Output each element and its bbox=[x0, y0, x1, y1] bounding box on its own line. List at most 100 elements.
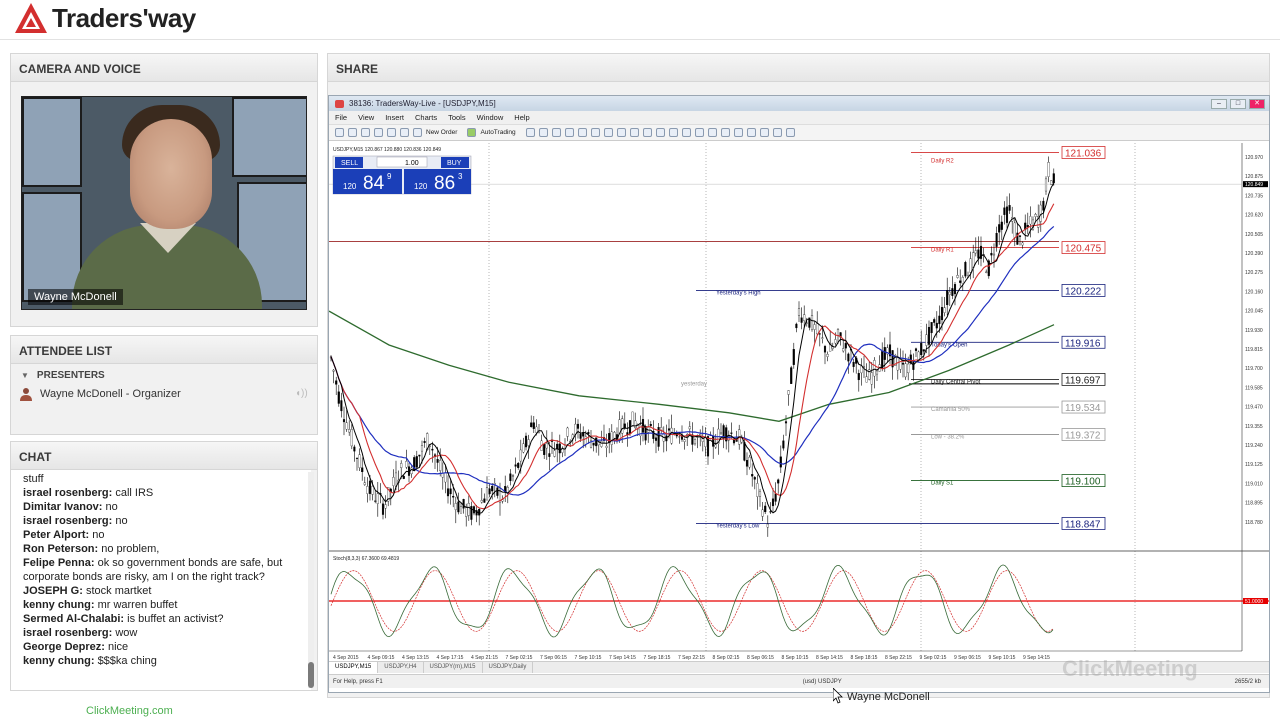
candle-body bbox=[813, 324, 816, 330]
candle-body bbox=[1050, 180, 1053, 185]
templates-icon[interactable] bbox=[655, 128, 665, 137]
maximize-button[interactable]: □ bbox=[1230, 98, 1246, 109]
zoom-out-icon[interactable] bbox=[577, 128, 587, 137]
close-button[interactable]: ✕ bbox=[1249, 98, 1265, 109]
data-window-icon[interactable] bbox=[374, 128, 383, 137]
chat-message: kenny chung: $$$ka ching bbox=[23, 654, 299, 668]
chat-scrollbar-thumb[interactable] bbox=[308, 662, 314, 688]
candle-body bbox=[795, 323, 798, 329]
candle-body bbox=[951, 288, 954, 296]
profiles-icon[interactable] bbox=[348, 128, 357, 137]
candle-body bbox=[860, 365, 863, 374]
bar-chart-icon[interactable] bbox=[525, 128, 535, 137]
mt4-menu-tools[interactable]: Tools bbox=[448, 113, 466, 122]
pivot-price-label: 119.534 bbox=[1065, 403, 1101, 414]
collapse-triangle-icon[interactable]: ▼ bbox=[21, 371, 29, 380]
candle-body bbox=[683, 439, 686, 442]
arrows-icon[interactable] bbox=[785, 128, 795, 137]
chart-tab[interactable]: USDJPY,M15 bbox=[329, 662, 379, 673]
chat-message-text: call IRS bbox=[115, 487, 154, 499]
price-axis-label: 120.275 bbox=[1245, 270, 1263, 276]
clickmeeting-link[interactable]: ClickMeeting.com bbox=[86, 705, 173, 717]
candle-body bbox=[907, 363, 910, 374]
chart-tab[interactable]: USDJPY,H4 bbox=[378, 662, 424, 673]
indicators-icon[interactable] bbox=[629, 128, 639, 137]
market-watch-icon[interactable] bbox=[361, 128, 370, 137]
microphone-icon[interactable]: ◖)) bbox=[295, 388, 309, 400]
new-chart-icon[interactable] bbox=[335, 128, 344, 137]
candle-body bbox=[621, 418, 624, 434]
chat-message-author: Peter Alport: bbox=[23, 529, 93, 541]
crosshair-icon[interactable] bbox=[681, 128, 691, 137]
zoom-in-icon[interactable] bbox=[564, 128, 574, 137]
new-order-button[interactable]: New Order bbox=[426, 129, 457, 136]
chat-log[interactable]: stuff israel rosenberg: call IRS Dimitar I… bbox=[11, 470, 311, 690]
autotrading-icon[interactable] bbox=[467, 128, 477, 137]
navigator-icon[interactable] bbox=[387, 128, 396, 137]
autoscroll-icon[interactable] bbox=[603, 128, 613, 137]
background-monitor bbox=[22, 192, 82, 302]
candle-body bbox=[415, 456, 418, 468]
candle-body bbox=[1026, 225, 1029, 228]
mt4-menu-help[interactable]: Help bbox=[514, 113, 529, 122]
autotrading-button[interactable]: AutoTrading bbox=[480, 129, 515, 136]
candlestick-icon[interactable] bbox=[538, 128, 548, 137]
chat-message: Felipe Penna: ok so government bonds are… bbox=[23, 556, 299, 584]
candle-body bbox=[566, 427, 569, 437]
label-icon[interactable] bbox=[772, 128, 782, 137]
stochastic-label: Stoch(8,3,3) 67.3600 69.4819 bbox=[333, 556, 399, 562]
candle-body bbox=[938, 315, 941, 325]
candle-body bbox=[946, 290, 949, 306]
mt4-menu-view[interactable]: View bbox=[358, 113, 374, 122]
chart-tab[interactable]: USDJPY,Daily bbox=[483, 662, 534, 673]
candle-body bbox=[990, 252, 993, 256]
price-chart[interactable]: 120.970 120.875 120.735 120.620 120.505 120.3… bbox=[329, 143, 1270, 663]
mt4-menu-insert[interactable]: Insert bbox=[385, 113, 404, 122]
price-axis-label: 120.735 bbox=[1245, 193, 1263, 199]
candle-body bbox=[514, 464, 517, 467]
candle-body bbox=[852, 361, 855, 367]
mt4-menu-window[interactable]: Window bbox=[477, 113, 504, 122]
price-axis-label: 119.010 bbox=[1245, 481, 1263, 487]
chart-tab[interactable]: USDJPY(m),M15 bbox=[424, 662, 483, 673]
metatrader-window[interactable]: 38136: TradersWay-Live - [USDJPY,M15] – … bbox=[328, 95, 1270, 693]
chat-message: George Deprez: nice bbox=[23, 640, 299, 654]
channel-icon[interactable] bbox=[733, 128, 743, 137]
horizontal-line-icon[interactable] bbox=[707, 128, 717, 137]
candle-body bbox=[548, 453, 551, 457]
candle-body bbox=[558, 443, 561, 454]
attendee-row[interactable]: Wayne McDonell - Organizer ◖)) bbox=[11, 383, 317, 405]
trendline-icon[interactable] bbox=[720, 128, 730, 137]
buy-button-label: BUY bbox=[447, 160, 462, 167]
candle-body bbox=[618, 419, 621, 440]
candle-body bbox=[842, 348, 845, 352]
candle-body bbox=[667, 428, 671, 431]
candle-body bbox=[940, 307, 944, 321]
candle-body bbox=[1047, 162, 1050, 177]
presenters-group[interactable]: ▼ PRESENTERS bbox=[11, 364, 317, 383]
minimize-button[interactable]: – bbox=[1211, 98, 1227, 109]
presenter-video[interactable]: Wayne McDonell bbox=[21, 96, 307, 310]
candle-body bbox=[459, 506, 463, 514]
clickmeeting-watermark: ClickMeeting bbox=[1062, 656, 1198, 681]
terminal-icon[interactable] bbox=[400, 128, 409, 137]
new-order-icon[interactable] bbox=[413, 128, 422, 137]
chart-shift-icon[interactable] bbox=[616, 128, 626, 137]
candle-body bbox=[457, 501, 460, 513]
candle-body bbox=[446, 488, 450, 497]
text-icon[interactable] bbox=[759, 128, 769, 137]
cursor-icon[interactable] bbox=[668, 128, 678, 137]
fibonacci-icon[interactable] bbox=[746, 128, 756, 137]
pivot-level-label: Daily Central Pivot bbox=[931, 379, 981, 385]
sell-button-label: SELL bbox=[341, 160, 358, 167]
mt4-menu-charts[interactable]: Charts bbox=[415, 113, 437, 122]
candle-body bbox=[972, 252, 975, 268]
candle-body bbox=[797, 308, 801, 316]
periods-icon[interactable] bbox=[642, 128, 652, 137]
mt4-menu-file[interactable]: File bbox=[335, 113, 347, 122]
line-chart-icon[interactable] bbox=[551, 128, 561, 137]
tile-windows-icon[interactable] bbox=[590, 128, 600, 137]
chat-scrollbar[interactable] bbox=[308, 472, 314, 688]
candle-body bbox=[883, 347, 886, 360]
vertical-line-icon[interactable] bbox=[694, 128, 704, 137]
